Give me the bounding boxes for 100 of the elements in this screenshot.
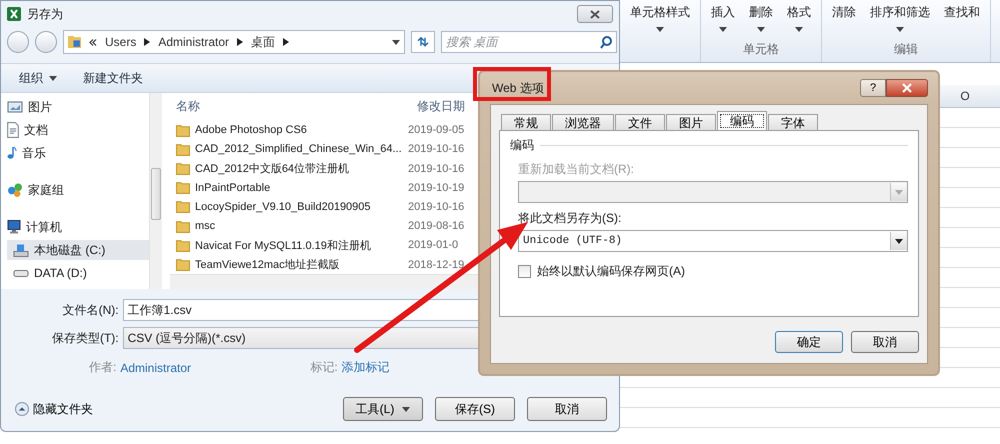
sidebar-item[interactable]: 家庭组 <box>7 180 149 200</box>
author-label: 作者: <box>89 359 116 376</box>
sidebar-item[interactable]: 文档 <box>7 120 149 140</box>
save-button[interactable]: 保存(S) <box>435 397 515 421</box>
cancel-button[interactable]: 取消 <box>527 397 607 421</box>
file-name[interactable]: TeamViewe12mac地址拦截版 <box>195 257 403 272</box>
tab[interactable]: 浏览器 <box>552 114 614 131</box>
caret-icon[interactable] <box>896 27 904 32</box>
caret-icon[interactable] <box>656 27 664 32</box>
caret-icon[interactable] <box>49 76 57 80</box>
sidebar-item[interactable]: 图片 <box>7 97 149 117</box>
close-button[interactable] <box>886 79 928 97</box>
sidebar-item[interactable]: 本地磁盘 (C:) <box>7 240 149 260</box>
picture-frame-icon <box>7 101 23 113</box>
cancel-button[interactable]: 取消 <box>851 331 919 353</box>
sidebar-label: 图片 <box>28 98 52 116</box>
folder-icon <box>176 200 190 214</box>
file-date: 2019-09-05 <box>408 124 464 136</box>
ribbon-button[interactable]: 格式 <box>787 4 811 21</box>
tab[interactable]: 字体 <box>768 114 818 131</box>
refresh-icon[interactable] <box>417 37 429 47</box>
caret-icon[interactable] <box>392 40 400 44</box>
hide-folders-button[interactable]: 隐藏文件夹 <box>15 400 93 418</box>
cell-styles-button[interactable]: 单元格样式 <box>630 4 690 21</box>
breadcrumb-item[interactable]: Administrator <box>158 35 230 49</box>
address-bar[interactable]: Users Administrator 桌面 <box>63 30 405 54</box>
sidebar-item[interactable]: 音乐 <box>7 143 149 163</box>
chevron-icon[interactable] <box>283 38 290 46</box>
tab[interactable]: 图片 <box>666 114 716 131</box>
file-name[interactable]: msc <box>195 220 403 232</box>
collapse-icon[interactable] <box>15 402 29 416</box>
homegroup-icon <box>7 183 23 197</box>
file-name[interactable]: LocoySpider_V9.10_Build20190905 <box>195 200 403 213</box>
new-folder-button[interactable]: 新建文件夹 <box>79 68 147 88</box>
tags-label: 标记: <box>310 359 338 376</box>
sidebar-label: 本地磁盘 (C:) <box>34 242 106 258</box>
file-date: 2019-10-19 <box>408 182 464 194</box>
encoding-dropdown[interactable]: Unicode (UTF-8) <box>518 230 908 252</box>
folder-icon <box>176 162 190 176</box>
caret-icon[interactable] <box>402 406 410 412</box>
tab[interactable]: 常规 <box>501 114 551 131</box>
folder-icon <box>176 238 190 252</box>
search-field[interactable]: 搜索 桌面 <box>441 31 617 53</box>
help-button[interactable]: ? <box>860 79 886 97</box>
save-as-label: 将此文档另存为(S): <box>517 210 622 227</box>
sidebar-label: 文档 <box>24 122 48 138</box>
sidebar-item[interactable]: 计算机 <box>7 217 149 237</box>
folder-icon <box>176 220 190 233</box>
clear-button[interactable]: 清除 <box>832 4 856 21</box>
caret-icon[interactable] <box>895 238 903 244</box>
system-drive-icon <box>13 244 29 256</box>
file-name[interactable]: Adobe Photoshop CS6 <box>195 124 403 136</box>
folder-icon <box>68 36 81 48</box>
double-chevron-icon[interactable] <box>89 38 97 46</box>
chevron-icon[interactable] <box>144 38 150 46</box>
sort-filter-button[interactable]: 排序和筛选 <box>870 4 930 21</box>
group-label: 编辑 <box>894 41 918 58</box>
group-label: 单元格 <box>743 41 779 58</box>
checkbox[interactable] <box>518 265 531 278</box>
find-select-button[interactable]: 查找和 <box>944 4 980 21</box>
caret-icon[interactable] <box>719 27 727 32</box>
sidebar-label: DATA (D:) <box>34 266 87 280</box>
document-icon <box>7 122 19 138</box>
file-name[interactable]: CAD_2012_Simplified_Chinese_Win_64... <box>195 143 403 156</box>
ribbon-button[interactable]: 插入 <box>711 4 735 21</box>
caret-icon[interactable] <box>795 27 803 32</box>
chevron-icon[interactable] <box>237 38 244 46</box>
tools-button[interactable]: 工具(L) <box>343 397 423 421</box>
sidebar-label: 家庭组 <box>28 182 64 198</box>
refresh-button[interactable] <box>411 31 435 53</box>
breadcrumb-item[interactable]: 桌面 <box>251 34 276 50</box>
group-label: 编码 <box>510 137 534 154</box>
dialog-title: Web 选项 <box>491 80 544 96</box>
checkbox-label: 始终以默认编码保存网页(A) <box>537 263 685 280</box>
sidebar-label: 计算机 <box>26 218 62 236</box>
spreadsheet-icon <box>7 7 21 21</box>
tab[interactable]: 编码 <box>717 111 767 131</box>
caret-icon[interactable] <box>757 27 765 32</box>
ribbon-button[interactable]: 删除 <box>749 4 773 21</box>
file-name[interactable]: CAD_2012中文版64位带注册机 <box>195 161 403 176</box>
organize-menu[interactable]: 组织 <box>15 68 61 88</box>
folder-icon <box>176 124 190 137</box>
folder-icon <box>176 142 190 156</box>
add-tag-link[interactable]: 添加标记 <box>342 359 402 376</box>
sidebar-item[interactable]: DATA (D:) <box>7 263 149 283</box>
close-button[interactable] <box>577 5 613 23</box>
file-name[interactable]: InPaintPortable <box>195 182 403 194</box>
file-name[interactable]: Navicat For MySQL11.0.19和注册机 <box>195 238 403 253</box>
tab[interactable]: 文件 <box>615 114 665 131</box>
file-date: 2019-01-0 <box>408 239 458 252</box>
folder-icon <box>176 181 190 194</box>
scrollbar[interactable] <box>149 93 162 289</box>
ok-button[interactable]: 确定 <box>775 331 843 353</box>
drive-icon <box>13 270 29 276</box>
close-icon[interactable] <box>590 10 600 18</box>
field-label: 文件名(N): <box>62 302 119 318</box>
author-value[interactable]: Administrator <box>120 360 306 374</box>
column-header[interactable]: 名称 <box>170 98 411 116</box>
breadcrumb-item[interactable]: Users <box>105 35 136 49</box>
file-date: 2019-10-16 <box>408 200 464 213</box>
